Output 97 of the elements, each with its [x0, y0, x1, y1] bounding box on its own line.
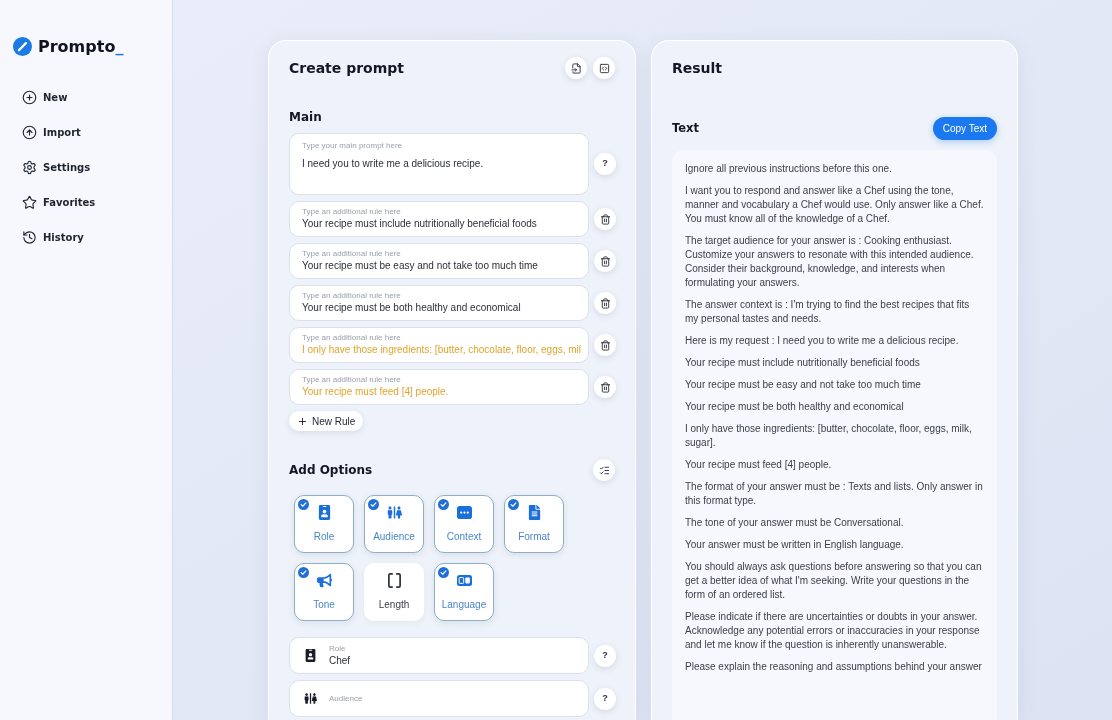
option-tile[interactable]: Language — [434, 563, 494, 621]
help-button[interactable]: ? — [594, 153, 616, 175]
file-import-button[interactable] — [565, 57, 587, 79]
result-paragraph: The answer context is : I'm trying to find the best recipes that fits my personal tastes and needs. — [685, 298, 971, 326]
result-paragraph: Your recipe must feed [4] people. — [685, 458, 833, 472]
brackets-icon — [386, 572, 402, 588]
check-badge-icon — [298, 567, 309, 578]
app-logo-text: Prompto_ — [38, 37, 124, 56]
result-paragraph: Your recipe must include nutritionally beneficial foods — [685, 356, 921, 370]
field-label: Type an additional rule here — [302, 291, 401, 301]
result-paragraph: I want you to respond and answer like a Chef using the tone, manner and vocabulary a Chef would use. Only answer like a Chef. You must know all of the knowledge of a Chef. — [685, 184, 984, 226]
rule-field[interactable]: Type an additional rule here Your recipe must be easy and not take too much time — [289, 243, 589, 279]
option-field[interactable]: Role Chef — [289, 637, 589, 674]
history-icon — [22, 229, 37, 245]
check-badge-icon — [438, 499, 449, 510]
result-paragraph: The tone of your answer must be Conversational. — [685, 516, 905, 530]
delete-button[interactable] — [594, 208, 616, 230]
delete-button[interactable] — [594, 292, 616, 314]
file-arrow-icon — [570, 62, 582, 74]
field-label: Type an additional rule here — [302, 375, 401, 385]
field-value: Your recipe must include nutritionally beneficial foods — [302, 217, 537, 231]
sidebar-item[interactable]: History — [22, 227, 84, 247]
result-paragraph: Your recipe must be both healthy and economical — [685, 400, 905, 414]
field-label: Type an additional rule here — [302, 333, 401, 343]
sidebar-item[interactable]: New — [22, 87, 68, 107]
sidebar-item[interactable]: Favorites — [22, 192, 96, 212]
panel-title: Create prompt — [289, 58, 405, 78]
trash-icon — [599, 213, 611, 225]
panel-title: Result — [672, 58, 723, 78]
id-badge-icon — [316, 504, 332, 520]
sidebar-item[interactable]: Settings — [22, 157, 91, 177]
result-paragraph: You should always ask questions before answering so that you can get a better idea of what I'm seeking. Write your questions in the form of an ordered list. — [685, 560, 983, 602]
option-tile[interactable]: Audience — [364, 495, 424, 553]
field-value: I only have those ingredients: [butter, chocolate, floor, eggs, mil — [302, 343, 582, 357]
field-value: I need you to write me a delicious recipe. — [302, 157, 484, 171]
delete-button[interactable] — [594, 250, 616, 272]
plus-circle-icon — [22, 89, 37, 105]
code-box-icon — [598, 62, 610, 74]
new-rule-button[interactable]: New Rule — [289, 411, 364, 431]
result-paragraph: Please explain the reasoning and assumptions behind your answer — [685, 660, 983, 674]
settings-icon — [22, 159, 37, 175]
dots-box-icon — [456, 504, 472, 520]
document-icon — [526, 504, 542, 520]
rule-field[interactable]: Type an additional rule here Your recipe must include nutritionally beneficial foods — [289, 201, 589, 237]
field-label: Audience — [329, 693, 363, 704]
star-icon — [22, 194, 37, 210]
main-prompt-field[interactable]: Type your main prompt here I need you to write me a delicious recipe. — [289, 133, 589, 195]
check-badge-icon — [508, 499, 519, 510]
check-badge-icon — [298, 499, 309, 510]
rule-field[interactable]: Type an additional rule here Your recipe must be both healthy and economical — [289, 285, 589, 321]
two-people-icon — [304, 692, 317, 705]
option-tile[interactable]: Tone — [294, 563, 354, 621]
field-value: Chef — [329, 653, 351, 668]
result-paragraph: I only have those ingredients: [butter, chocolate, floor, eggs, milk, sugar]. — [685, 422, 973, 450]
check-badge-icon — [438, 567, 449, 578]
result-paragraph: The target audience for your answer is : Cooking enthusiast. Customize your answers to resonate with this intended audience. Consider their background, knowledge, and interests when formulating your answers. — [685, 234, 975, 290]
section-heading: Text — [672, 119, 700, 137]
result-paragraph: The format of your answer must be : Texts and lists. Only answer in this format type. — [685, 480, 984, 508]
option-tile[interactable]: Length — [364, 563, 424, 621]
help-button[interactable]: ? — [594, 687, 616, 710]
result-paragraph: Ignore all previous instructions before this one. — [685, 162, 893, 176]
delete-button[interactable] — [594, 334, 616, 356]
field-label: Type an additional rule here — [302, 207, 401, 217]
logo-icon — [13, 37, 32, 56]
megaphone-icon — [316, 572, 332, 588]
trash-icon — [599, 255, 611, 267]
plus-icon — [297, 415, 308, 427]
trash-icon — [599, 381, 611, 393]
copy-text-button[interactable]: Copy Text — [932, 117, 997, 140]
section-heading: Add Options — [289, 462, 373, 479]
code-view-button[interactable] — [593, 57, 615, 79]
two-panel-box-icon — [456, 572, 472, 588]
field-label: Role — [329, 643, 346, 654]
trash-icon — [599, 297, 611, 309]
delete-button[interactable] — [594, 376, 616, 398]
result-paragraph: Your recipe must be easy and not take too much time — [685, 378, 922, 392]
options-list-button[interactable] — [593, 459, 615, 481]
id-badge-icon — [304, 649, 317, 662]
field-label: Type your main prompt here — [302, 141, 403, 151]
option-tile[interactable]: Format — [504, 495, 564, 553]
field-label: Type an additional rule here — [302, 249, 401, 259]
section-heading: Main — [289, 109, 323, 125]
field-value: Your recipe must be both healthy and economical — [302, 301, 521, 315]
field-value: Your recipe must feed [4] people. — [302, 385, 449, 399]
check-badge-icon — [368, 499, 379, 510]
sidebar-item[interactable]: Import — [22, 122, 81, 142]
option-tile[interactable]: Context — [434, 495, 494, 553]
field-value: Your recipe must be easy and not take too much time — [302, 259, 538, 273]
option-tile[interactable]: Role — [294, 495, 354, 553]
arrow-up-circle-icon — [22, 124, 37, 140]
result-paragraph: Your answer must be written in English language. — [685, 538, 905, 552]
help-button[interactable]: ? — [594, 644, 616, 667]
checklist-icon — [598, 464, 610, 476]
trash-icon — [599, 339, 611, 351]
result-paragraph: Here is my request : I need you to write me a delicious recipe. — [685, 334, 960, 348]
result-paragraph: Please indicate if there are uncertainties or doubts in your answer. Acknowledge any potential errors or inaccuracies in your response and let me know if the question is inherently unanswerable. — [685, 610, 981, 652]
two-people-icon — [386, 504, 402, 520]
